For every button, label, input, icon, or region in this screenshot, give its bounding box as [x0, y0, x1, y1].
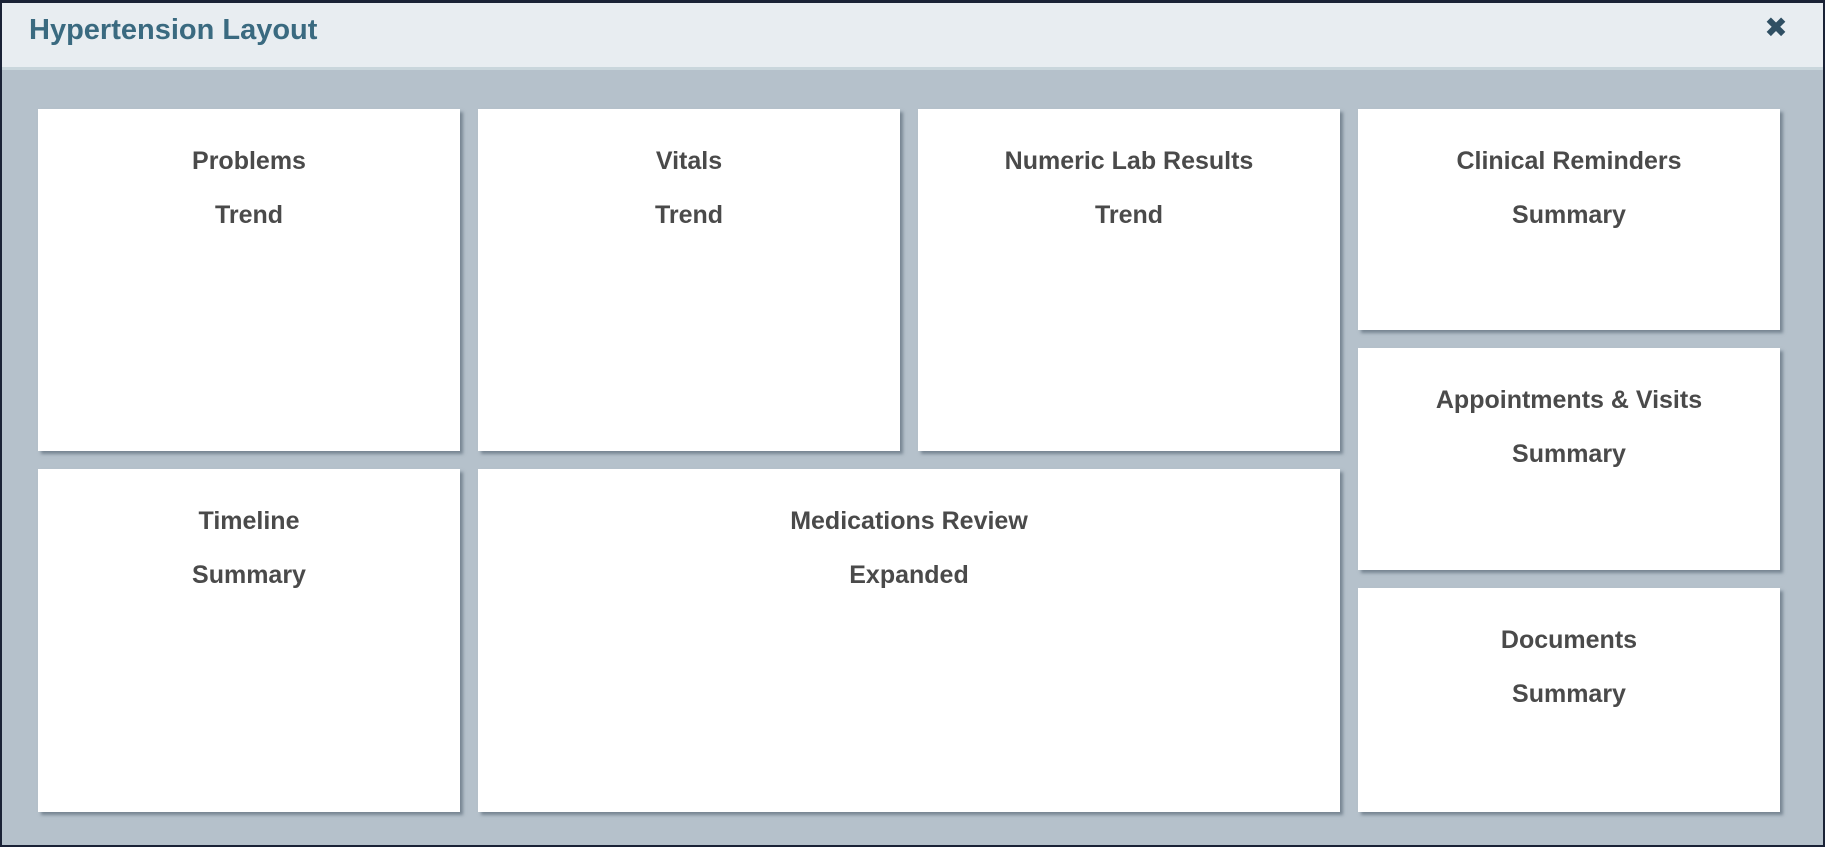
- tile-title: Documents: [1500, 626, 1638, 654]
- tile-vitals[interactable]: Vitals Trend: [478, 109, 900, 451]
- tile-view-mode: Summary: [1512, 440, 1626, 468]
- dialog-title: Hypertension Layout: [29, 14, 318, 46]
- tile-problems[interactable]: Problems Trend: [38, 109, 460, 451]
- tile-title: Medications Review: [790, 507, 1028, 535]
- tile-title: Problems: [192, 147, 306, 175]
- layout-dialog: Hypertension Layout ✖ Problems Trend Vit…: [2, 3, 1823, 845]
- tile-title: Vitals: [655, 147, 723, 175]
- close-icon[interactable]: ✖: [1761, 13, 1791, 43]
- tile-medications-review[interactable]: Medications Review Expanded: [478, 469, 1340, 812]
- tile-view-mode: Expanded: [849, 561, 969, 589]
- tile-appointments-visits[interactable]: Appointments & Visits Summary: [1358, 348, 1780, 570]
- tile-documents[interactable]: Documents Summary: [1358, 588, 1780, 812]
- tile-timeline[interactable]: Timeline Summary: [38, 469, 460, 812]
- tile-title: Appointments & Visits: [1435, 386, 1703, 414]
- tile-view-mode: Trend: [1094, 201, 1164, 229]
- tile-title: Numeric Lab Results: [1004, 147, 1254, 175]
- tile-view-mode: Summary: [1512, 680, 1626, 708]
- tile-view-mode: Trend: [214, 201, 284, 229]
- tile-view-mode: Trend: [654, 201, 724, 229]
- tile-view-mode: Summary: [1512, 201, 1626, 229]
- tile-title: Clinical Reminders: [1456, 147, 1682, 175]
- tile-view-mode: Summary: [192, 561, 306, 589]
- dialog-header: Hypertension Layout ✖: [2, 3, 1823, 70]
- tile-title: Timeline: [198, 507, 300, 535]
- tile-clinical-reminders[interactable]: Clinical Reminders Summary: [1358, 109, 1780, 330]
- tile-numeric-lab-results[interactable]: Numeric Lab Results Trend: [918, 109, 1340, 451]
